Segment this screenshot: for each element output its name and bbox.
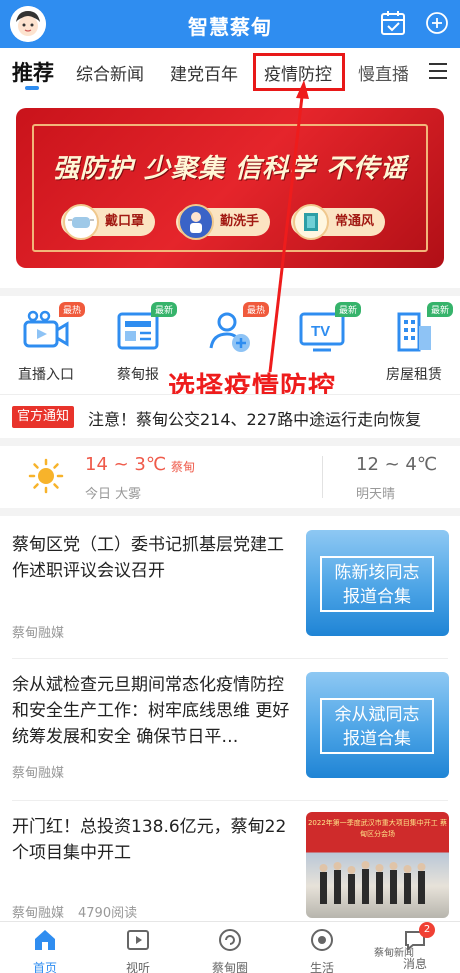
news-item[interactable]: 蔡甸区党（工）委书记抓基层党建工作述职评议会议召开 蔡甸融媒 陈新垓同志 报道合… — [0, 530, 460, 650]
news-item[interactable]: 开门红！总投资138.6亿元，蔡甸22个项目集中开工 蔡甸融媒 4790阅读 2… — [0, 812, 460, 921]
nav-label: 生活 — [309, 961, 334, 973]
annotation-arrow — [268, 80, 309, 373]
message-count-badge: 2 — [419, 922, 435, 938]
today-description: 今日 大雾 — [85, 487, 142, 502]
life-target-icon — [311, 929, 333, 951]
nav-label: 首页 — [32, 961, 57, 973]
crowd-photo-icon — [319, 861, 426, 904]
home-icon — [35, 930, 55, 950]
section-gap — [0, 438, 460, 446]
app-screen: 智慧蔡甸 推荐 综合新闻 建党百年 疫情防控 慢直播 强防护 少聚集 信科学 不… — [0, 0, 460, 973]
news-title: 开门红！总投资138.6亿元，蔡甸22个项目集中开工 — [12, 817, 287, 863]
nav-life[interactable]: 生活 — [287, 928, 357, 973]
nav-label: 蔡甸圈 — [211, 961, 248, 973]
nav-video[interactable]: 视听 — [103, 928, 173, 973]
notice-tag: 官方通知 — [12, 406, 75, 428]
news-thumbnail: 余从斌同志 报道合集 — [306, 672, 449, 778]
notice-text: 注意！蔡甸公交214、227路中途运行走向恢复 — [88, 410, 422, 429]
thumbnail-caption: 陈新垓同志 报道合集 — [320, 556, 434, 612]
news-source: 蔡甸融媒 — [12, 766, 65, 781]
community-circle-icon — [219, 929, 241, 951]
official-notice-bar[interactable]: 官方通知 注意！蔡甸公交214、227路中途运行走向恢复 — [0, 394, 460, 438]
weather-divider — [322, 456, 323, 498]
news-thumbnail: 2022年第一季度武汉市重大项目集中开工 蔡甸区分会场 — [306, 812, 449, 918]
news-title: 余从斌检查元旦期间常态化疫情防控和安全生产工作：树牢底线思维 更好统筹发展和安全… — [12, 675, 290, 747]
news-item[interactable]: 余从斌检查元旦期间常态化疫情防控和安全生产工作：树牢底线思维 更好统筹发展和安全… — [0, 672, 460, 792]
sun-icon — [28, 458, 64, 494]
nav-circle[interactable]: 蔡甸圈 — [195, 928, 265, 973]
section-gap — [0, 508, 460, 516]
weather-location: 蔡甸 — [171, 460, 196, 474]
video-play-icon — [127, 930, 149, 950]
list-divider — [12, 658, 448, 659]
nav-home[interactable]: 首页 — [10, 928, 80, 973]
nav-label: 视听 — [125, 961, 150, 973]
tomorrow-description: 明天晴 — [356, 487, 396, 502]
watermark: 蔡甸新闻 — [374, 948, 414, 959]
news-thumbnail: 陈新垓同志 报道合集 — [306, 530, 449, 636]
news-source: 蔡甸融媒 — [12, 906, 65, 921]
tomorrow-temperature: 12 ~ 4℃ — [356, 454, 438, 475]
thumbnail-caption: 余从斌同志 报道合集 — [320, 698, 434, 754]
news-read-count: 4790阅读 — [78, 906, 138, 921]
news-source: 蔡甸融媒 — [12, 626, 65, 641]
news-title: 蔡甸区党（工）委书记抓基层党建工作述职评议会议召开 — [12, 535, 284, 581]
today-temperature: 14 ~ 3℃ — [85, 454, 167, 475]
list-divider — [12, 800, 448, 801]
weather-card[interactable]: 14 ~ 3℃ 蔡甸 今日 大雾 12 ~ 4℃ 明天晴 — [0, 446, 460, 508]
